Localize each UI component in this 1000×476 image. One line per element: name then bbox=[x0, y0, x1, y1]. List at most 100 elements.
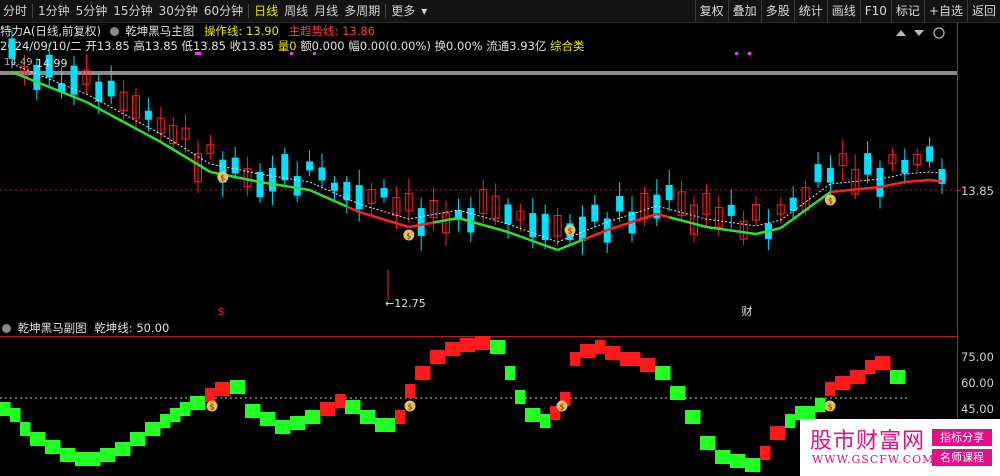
candle-body bbox=[144, 110, 152, 120]
main-chart[interactable]: $ $ $ $14.9914.49 ←12.75 $ 财 bbox=[0, 30, 957, 320]
qiankun-band-step bbox=[100, 448, 116, 462]
qiankun-band-step bbox=[700, 436, 716, 450]
tool-button-8[interactable]: 返回 bbox=[966, 0, 1000, 22]
qiankun-band-step bbox=[160, 414, 171, 428]
qiankun-band-step bbox=[570, 352, 581, 366]
qiankun-band-step bbox=[345, 400, 361, 414]
buy-signal-icon: $ bbox=[564, 224, 576, 236]
candle-body bbox=[107, 80, 115, 97]
trend-line-segment bbox=[383, 218, 397, 225]
trend-line-segment bbox=[433, 219, 447, 224]
qiankun-band-step bbox=[20, 422, 31, 436]
trend-line-segment bbox=[743, 231, 757, 236]
buy-signal-mark: $ bbox=[209, 403, 214, 412]
tool-buttons: 复权 叠加 多股 统计 画线 F10 标记 +自选 返回 bbox=[694, 0, 1000, 22]
qiankun-band-step bbox=[670, 386, 686, 400]
period-tab-1[interactable]: 1分钟 bbox=[35, 0, 73, 22]
period-tab-2[interactable]: 5分钟 bbox=[73, 0, 111, 22]
candle-body bbox=[826, 167, 834, 183]
qiankun-band-step bbox=[45, 440, 61, 454]
period-tab-5[interactable]: 60分钟 bbox=[201, 0, 246, 22]
trend-line-segment bbox=[309, 188, 323, 197]
qiankun-band-step bbox=[605, 346, 621, 360]
period-tab-6[interactable]: 日线 bbox=[251, 0, 281, 22]
period-tab-4[interactable]: 30分钟 bbox=[156, 0, 201, 22]
qiankun-band-step bbox=[405, 384, 416, 398]
buy-signal-icon: $ bbox=[824, 194, 836, 206]
candle-body bbox=[268, 167, 276, 192]
qiankun-band-step bbox=[115, 442, 131, 456]
event-dot bbox=[748, 52, 751, 55]
top-range-bar bbox=[0, 71, 957, 75]
trend-line-segment bbox=[668, 216, 682, 222]
low-marker-label: ←12.75 bbox=[385, 297, 426, 310]
qiankun-band-step bbox=[10, 408, 21, 422]
trend-line-segment bbox=[693, 222, 707, 229]
candle-body bbox=[864, 153, 872, 175]
tool-button-2[interactable]: 多股 bbox=[760, 0, 794, 22]
watermark-tag-share: 指标分享 bbox=[932, 429, 992, 446]
trend-line-segment bbox=[706, 225, 719, 230]
trend-line-segment bbox=[792, 208, 807, 221]
buy-signal-mark: $ bbox=[407, 403, 412, 412]
candle-body bbox=[355, 185, 363, 210]
watermark-url: WWW.GSCFW.COM bbox=[812, 453, 935, 466]
tool-button-1[interactable]: 叠加 bbox=[727, 0, 761, 22]
period-tab-8[interactable]: 月线 bbox=[311, 0, 341, 22]
qiankun-band-step bbox=[620, 352, 641, 366]
qiankun-band-step bbox=[375, 418, 396, 432]
qiankun-band-step bbox=[0, 402, 11, 416]
qiankun-band-step bbox=[445, 342, 461, 356]
tool-button-5[interactable]: F10 bbox=[859, 0, 891, 22]
period-tab-0[interactable]: 分时 bbox=[0, 0, 30, 22]
trend-line-segment bbox=[396, 222, 410, 229]
period-tab-3[interactable]: 15分钟 bbox=[110, 0, 155, 22]
trend-line-segment bbox=[333, 199, 348, 208]
qiankun-band-step bbox=[595, 340, 606, 354]
sub-indicator-name[interactable]: 乾坤黑马副图 bbox=[18, 321, 87, 335]
tool-button-7[interactable]: +自选 bbox=[923, 0, 967, 22]
trend-line-segment bbox=[842, 188, 856, 192]
trend-line-segment bbox=[321, 194, 335, 203]
candle-body bbox=[578, 216, 586, 242]
trend-line-segment bbox=[371, 214, 385, 221]
period-tab-10[interactable]: 更多 bbox=[388, 0, 418, 22]
candle-body bbox=[727, 204, 735, 216]
tool-button-4[interactable]: 画线 bbox=[826, 0, 860, 22]
buy-signal-icon: $ bbox=[404, 400, 416, 412]
buy-signal-mark: $ bbox=[567, 227, 572, 236]
period-tab-7[interactable]: 周线 bbox=[281, 0, 311, 22]
trend-line-segment bbox=[544, 244, 559, 252]
qiankun-band-step bbox=[395, 410, 406, 424]
trend-line-segment bbox=[123, 120, 137, 130]
trend-line-segment bbox=[234, 175, 248, 181]
sub-indicator-toggle-icon[interactable] bbox=[2, 324, 11, 333]
buy-signal-mark: $ bbox=[559, 403, 564, 412]
qiankun-band-step bbox=[770, 426, 786, 440]
candle-body bbox=[926, 146, 934, 162]
trend-line-segment bbox=[731, 229, 744, 234]
candle-body bbox=[901, 159, 909, 174]
candle-body bbox=[814, 164, 822, 183]
more-chevron-icon[interactable]: ▾ bbox=[418, 0, 430, 22]
tool-button-0[interactable]: 复权 bbox=[694, 0, 728, 22]
trend-line-segment bbox=[197, 163, 212, 174]
qiankun-band-step bbox=[795, 406, 816, 420]
buy-signal-icon: $ bbox=[206, 400, 218, 412]
top-toolbar: 分时 1分钟 5分钟 15分钟 30分钟 60分钟 日线 周线 月线 多周期 更多 ▾ 复权 叠加 多股统… bbox=[0, 0, 1000, 23]
tool-button-6[interactable]: 标记 bbox=[890, 0, 924, 22]
event-dot bbox=[735, 52, 738, 55]
qiankun-band-step bbox=[275, 420, 291, 434]
candle-body bbox=[330, 182, 338, 191]
qiankun-band-step bbox=[715, 450, 731, 464]
trend-line-segment bbox=[358, 210, 372, 217]
watermark-title: 股市财富网 bbox=[810, 429, 926, 454]
qiankun-band-step bbox=[490, 340, 506, 354]
qiankun-band-step bbox=[640, 358, 656, 372]
qiankun-band-step bbox=[430, 350, 446, 364]
candle-body bbox=[591, 204, 599, 222]
period-tab-9[interactable]: 多周期 bbox=[341, 0, 383, 22]
trend-line-segment bbox=[569, 238, 583, 247]
tool-button-3[interactable]: 统计 bbox=[793, 0, 827, 22]
candle-body bbox=[281, 154, 289, 181]
